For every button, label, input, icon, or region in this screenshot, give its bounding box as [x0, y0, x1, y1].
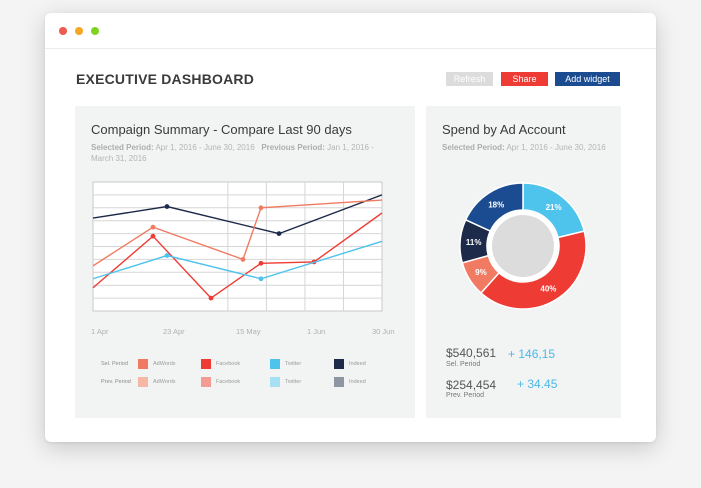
sel-period-spend-value: $540,561 [446, 346, 497, 360]
x-tick-label: 15 May [236, 327, 261, 336]
data-point [164, 204, 170, 209]
spend-donut-chart: 21% 40% 9% 11% 18% [459, 182, 587, 310]
data-point [150, 224, 156, 230]
data-point [164, 253, 170, 258]
spend-by-account-panel: Spend by Ad Account Selected Period: Apr… [426, 106, 621, 418]
add-widget-button[interactable]: Add widget [555, 72, 620, 86]
data-point [240, 257, 246, 262]
donut-slice-label: 21% [546, 203, 562, 212]
data-point [208, 295, 214, 301]
x-tick-label: 30 Jun [372, 327, 395, 336]
maximize-window-dot[interactable] [91, 27, 99, 35]
x-tick-label: 23 Apr [163, 327, 185, 336]
campaign-line-chart: 1 Apr 23 Apr 15 May 1 Jun 30 Jun [91, 181, 395, 336]
x-tick-label: 1 Apr [91, 327, 109, 336]
refresh-button[interactable]: Refresh [446, 72, 493, 86]
data-point [150, 233, 156, 239]
donut-hole [492, 215, 554, 277]
donut-slice-label: 40% [540, 284, 556, 293]
x-tick-label: 1 Jun [307, 327, 325, 336]
prev-period-spend-delta: + 34.45 [517, 377, 558, 391]
donut-slice-label: 9% [475, 268, 487, 277]
data-point [258, 276, 264, 282]
campaign-summary-panel: Compaign Summary - Compare Last 90 days … [75, 106, 415, 418]
data-point [258, 260, 264, 266]
data-point [276, 231, 282, 236]
page-title: EXECUTIVE DASHBOARD [76, 71, 255, 87]
sel-period-spend-label: Sel. Period [446, 361, 481, 368]
donut-slice-label: 11% [466, 238, 482, 247]
prev-period-spend-label: Prev. Period [446, 392, 484, 399]
dashboard-window: EXECUTIVE DASHBOARD Refresh Share Add wi… [45, 13, 656, 442]
chart-grid [92, 181, 383, 312]
data-point [258, 205, 264, 211]
sel-period-spend-delta: + 146,15 [508, 347, 556, 361]
share-button[interactable]: Share [501, 72, 548, 86]
window-titlebar [45, 13, 656, 49]
minimize-window-dot[interactable] [75, 27, 83, 35]
prev-period-spend-value: $254,454 [446, 378, 497, 392]
close-window-dot[interactable] [59, 27, 67, 35]
donut-slice-label: 18% [488, 200, 504, 209]
